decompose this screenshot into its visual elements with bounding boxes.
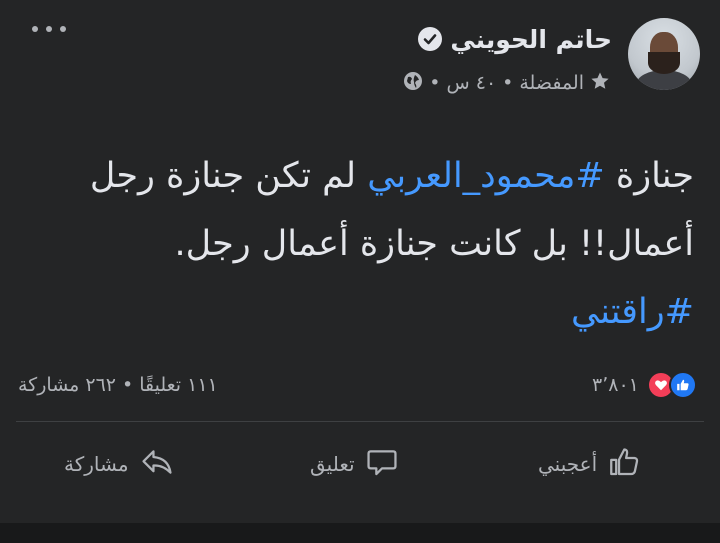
text-segment: جنازة (604, 156, 694, 196)
meta-separator: • (429, 72, 441, 94)
comments-count[interactable]: ١١١ تعليقًا (139, 374, 218, 396)
shares-count[interactable]: ٢٦٢ مشاركة (18, 374, 116, 396)
feed-gap (0, 523, 720, 543)
like-reaction-icon (668, 371, 697, 399)
share-label: مشاركة (64, 452, 129, 476)
verified-badge-icon (418, 27, 443, 51)
post-line-1: جنازة #محمود_العربي لم تكن جنازة رجل (14, 142, 694, 210)
author-row: حاتم الحويني (418, 22, 612, 56)
engagement-stats: ١١١ تعليقًا • ٢٦٢ مشاركة (18, 370, 218, 400)
reaction-count: ٣٬٨٠١ (592, 374, 639, 396)
globe-icon (403, 71, 423, 96)
comment-bubble-icon (365, 445, 399, 484)
audience-label[interactable]: المفضلة (519, 72, 584, 94)
timestamp[interactable]: ٤٠ س (447, 72, 497, 94)
more-options-icon[interactable] (32, 22, 66, 36)
hashtag-link[interactable]: #راقتني (571, 292, 694, 332)
reactions-summary[interactable]: ٣٬٨٠١ (592, 368, 697, 402)
post-line-2: أعمال!! بل كانت جنازة أعمال رجل. (174, 224, 694, 264)
author-name[interactable]: حاتم الحويني (450, 25, 612, 54)
post-text: جنازة #محمود_العربي لم تكن جنازة رجل أعم… (14, 142, 694, 346)
thumbs-up-icon (607, 445, 641, 484)
post-meta: المفضلة • ٤٠ س • (403, 68, 610, 98)
hashtag-link[interactable]: #محمود_العربي (367, 156, 605, 196)
share-arrow-icon (139, 445, 175, 484)
text-segment: لم تكن جنازة رجل (89, 156, 368, 196)
avatar[interactable] (628, 18, 700, 90)
like-label: أعجبني (538, 452, 598, 476)
meta-separator: • (502, 72, 514, 94)
comment-label: تعليق (310, 452, 355, 476)
divider (16, 421, 704, 422)
post-card: حاتم الحويني المفضلة • ٤٠ س • جنازة #محم… (0, 0, 720, 523)
comment-button[interactable]: تعليق (310, 440, 399, 488)
stats-separator: • (122, 374, 134, 396)
share-button[interactable]: مشاركة (64, 440, 175, 488)
star-icon (590, 71, 610, 96)
like-button[interactable]: أعجبني (538, 440, 641, 488)
post-line-3: #راقتني (14, 278, 694, 346)
